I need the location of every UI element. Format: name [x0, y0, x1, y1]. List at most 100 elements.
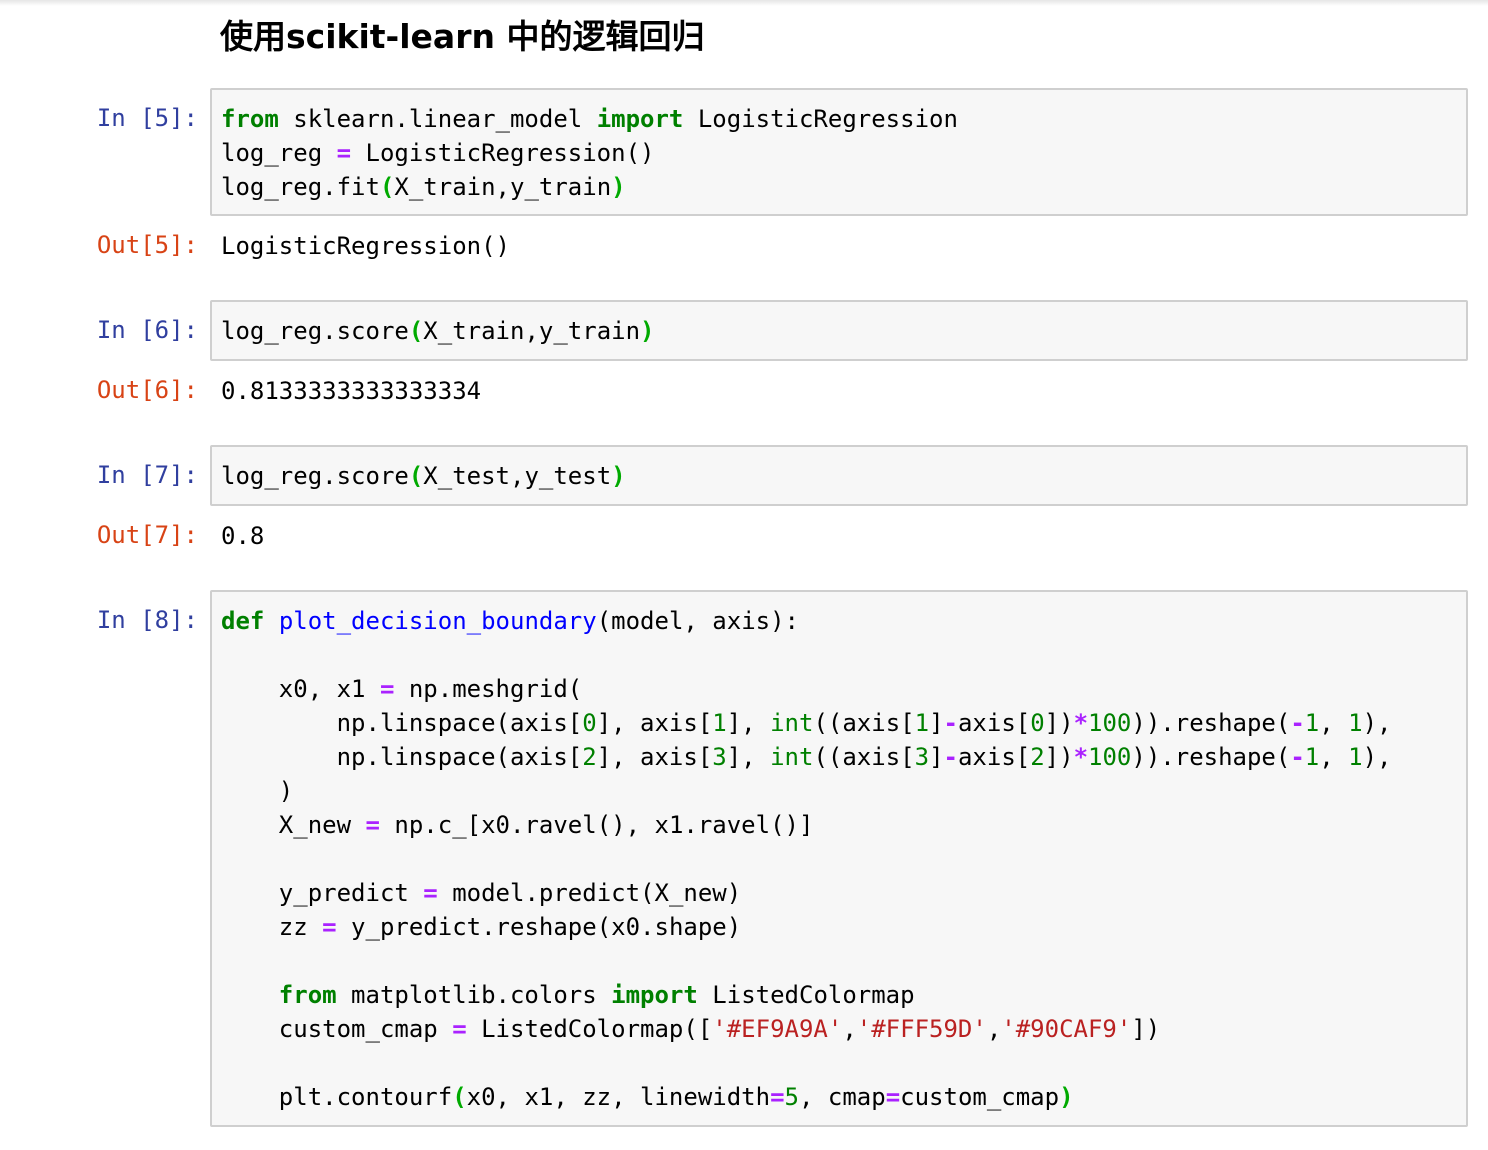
code-token: log_reg.fit: [221, 173, 380, 201]
code-token: y_predict.reshape(x0.shape): [336, 913, 742, 941]
code-token: ]): [1044, 743, 1074, 771]
cell-6-input[interactable]: log_reg.score(X_train,y_train): [210, 300, 1468, 361]
code-token: 2: [1030, 743, 1045, 771]
code-line: from sklearn.linear_model import Logisti…: [221, 105, 958, 133]
code-token: from: [221, 105, 279, 133]
cell-5-out-prompt: Out[5]:: [96, 231, 198, 259]
code-token: =: [452, 1015, 467, 1043]
code-line: from matplotlib.colors import ListedColo…: [221, 981, 915, 1009]
markdown-heading: 使用scikit-learn 中的逻辑回归: [220, 17, 705, 56]
code-token: )).reshape(: [1131, 709, 1291, 737]
cell-6-out-prompt: Out[6]:: [96, 376, 198, 404]
code-token: ],: [726, 743, 771, 771]
code-token: ),: [1362, 743, 1392, 771]
code-token: =: [423, 879, 438, 907]
code-line: def plot_decision_boundary(model, axis):: [221, 607, 799, 635]
code-token: ),: [1362, 709, 1392, 737]
code-token: ,: [842, 1015, 857, 1043]
code-token: ,: [986, 1015, 1002, 1043]
code-token: *: [1073, 743, 1089, 771]
code-token: ): [640, 317, 655, 345]
code-token: 100: [1088, 743, 1132, 771]
code-token: log_reg.score: [221, 462, 409, 490]
code-token: log_reg: [221, 139, 337, 167]
code-line: plt.contourf(x0, x1, zz, linewidth=5, cm…: [221, 1083, 1074, 1111]
code-token: 1: [914, 709, 930, 737]
code-token: 100: [1088, 709, 1132, 737]
code-token: int: [770, 743, 814, 771]
code-token: np.linspace(axis[: [221, 709, 583, 737]
code-token: 0: [1030, 709, 1045, 737]
code-token: ],: [726, 709, 771, 737]
code-token: X_train,y_train: [394, 173, 612, 201]
code-token: (model, axis):: [596, 607, 799, 635]
code-token: -: [1290, 709, 1305, 737]
code-token: , cmap: [798, 1083, 886, 1111]
code-token: matplotlib.colors: [336, 981, 612, 1009]
cell-5-input[interactable]: from sklearn.linear_model import Logisti…: [210, 88, 1468, 216]
code-token: )).reshape(: [1131, 743, 1291, 771]
code-token: ): [611, 462, 626, 490]
code-token: '#EF9A9A': [712, 1015, 843, 1043]
code-token: model.predict(X_new): [437, 879, 742, 907]
code-token: '#FFF59D': [856, 1015, 987, 1043]
code-token: import: [596, 105, 684, 133]
cell-7-output: 0.8: [221, 522, 265, 550]
code-token: 3: [914, 743, 930, 771]
code-token: zz: [221, 913, 323, 941]
code-token: int: [770, 709, 814, 737]
code-token: custom_cmap: [221, 1015, 453, 1043]
code-token: (: [408, 317, 424, 345]
code-line: x0, x1 = np.meshgrid(: [221, 675, 582, 703]
code-token: 1: [1304, 743, 1320, 771]
code-token: plot_decision_boundary: [278, 607, 597, 635]
cell-5-in-prompt: In [5]:: [96, 104, 198, 132]
code-token: ((axis[: [813, 709, 915, 737]
code-token: -: [1290, 743, 1305, 771]
code-line: np.linspace(axis[0], axis[1], int((axis[…: [221, 709, 1392, 737]
code-token: x0, x1, zz, linewidth: [466, 1083, 771, 1111]
code-token: axis[: [957, 743, 1031, 771]
cell-8-in-prompt: In [8]:: [96, 606, 198, 634]
code-token: X_new: [221, 811, 366, 839]
cell-5-code[interactable]: from sklearn.linear_model import Logisti…: [212, 90, 1466, 204]
code-line: ): [221, 777, 293, 805]
code-token: np.linspace(axis[: [221, 743, 583, 771]
code-line: custom_cmap = ListedColormap(['#EF9A9A',…: [221, 1015, 1160, 1043]
code-token: y_predict: [221, 879, 424, 907]
code-token: (: [452, 1083, 467, 1111]
code-line: log_reg = LogisticRegression(): [221, 139, 654, 167]
cell-6-code[interactable]: log_reg.score(X_train,y_train): [212, 302, 1466, 348]
code-token: ListedColormap: [697, 981, 915, 1009]
code-token: X_test,y_test: [423, 462, 612, 490]
code-token: ]: [929, 709, 944, 737]
cell-8-input[interactable]: def plot_decision_boundary(model, axis):…: [210, 590, 1468, 1127]
code-token: 1: [1348, 709, 1363, 737]
code-token: =: [770, 1083, 785, 1111]
cell-7-input[interactable]: log_reg.score(X_test,y_test): [210, 445, 1468, 506]
code-token: x0, x1: [221, 675, 380, 703]
code-token: 1: [712, 709, 727, 737]
code-token: log_reg.score: [221, 317, 409, 345]
code-token: ]): [1044, 709, 1074, 737]
code-line: np.linspace(axis[2], axis[3], int((axis[…: [221, 743, 1392, 771]
code-token: ,: [1319, 743, 1349, 771]
code-token: ]: [929, 743, 944, 771]
code-token: ): [611, 173, 626, 201]
code-token: -: [943, 709, 958, 737]
code-token: import: [611, 981, 698, 1009]
code-line: log_reg.score(X_test,y_test): [221, 462, 626, 490]
code-token: ], axis[: [596, 743, 713, 771]
cell-8-code[interactable]: def plot_decision_boundary(model, axis):…: [212, 592, 1466, 1114]
code-token: '#90CAF9': [1001, 1015, 1132, 1043]
code-token: 2: [582, 743, 597, 771]
code-token: LogisticRegression(): [351, 139, 655, 167]
code-token: =: [365, 811, 380, 839]
code-token: 1: [1348, 743, 1363, 771]
cell-7-code[interactable]: log_reg.score(X_test,y_test): [212, 447, 1466, 493]
code-line: y_predict = model.predict(X_new): [221, 879, 741, 907]
top-shadow-line: [0, 0, 1488, 6]
code-token: X_train,y_train: [423, 317, 641, 345]
code-token: ): [221, 777, 294, 805]
